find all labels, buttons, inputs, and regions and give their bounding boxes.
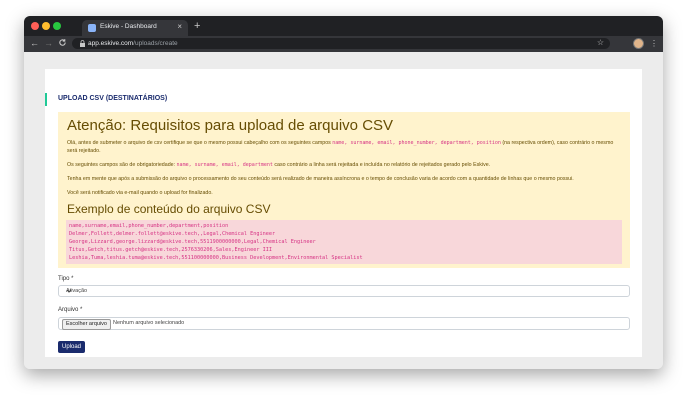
csv-example-line: Titus,Getch,titus.getch@eskive.tech,2576… <box>69 247 273 253</box>
alert-paragraph-notification: Você será notificado via e-mail quando o… <box>67 190 213 196</box>
alert-heading: Atenção: Requisitos para upload de arqui… <box>67 117 394 134</box>
new-tab-button[interactable]: + <box>194 20 200 32</box>
csv-example-line: name,surname,email,phone_number,departme… <box>69 223 229 229</box>
lock-icon <box>80 40 85 49</box>
content-card: UPLOAD CSV (DESTINATÁRIOS) Atenção: Requ… <box>45 69 642 357</box>
favicon-icon <box>88 24 96 32</box>
browser-window: Eskive - Dashboard × + ← → app.eskive.co… <box>24 16 663 369</box>
tab-title: Eskive - Dashboard <box>100 23 157 30</box>
type-select[interactable]: Ativação <box>58 285 630 297</box>
profile-avatar[interactable] <box>633 38 644 49</box>
file-status-text: Nenhum arquivo selecionado <box>113 320 185 326</box>
maximize-window-icon[interactable] <box>53 22 61 30</box>
csv-example-block: name,surname,email,phone_number,departme… <box>66 220 622 264</box>
alert-paragraph-required-fields: Os seguintes campos são de obrigatorieda… <box>67 161 623 169</box>
file-label: Arquivo * <box>58 307 83 313</box>
p1-fields: name, surname, email, phone_number, depa… <box>332 140 501 146</box>
page-viewport: UPLOAD CSV (DESTINATÁRIOS) Atenção: Requ… <box>24 52 663 369</box>
url-text: app.eskive.com/uploads/create <box>88 40 178 47</box>
browser-tab[interactable]: Eskive - Dashboard × <box>82 20 188 36</box>
forward-icon[interactable]: → <box>44 38 53 49</box>
bookmark-star-icon[interactable]: ☆ <box>597 38 604 47</box>
p2-fields: name, surname, email, department <box>176 162 273 168</box>
back-icon[interactable]: ← <box>30 38 39 49</box>
minimize-window-icon[interactable] <box>42 22 50 30</box>
section-title: UPLOAD CSV (DESTINATÁRIOS) <box>58 95 168 102</box>
url-path: /uploads/create <box>133 39 178 47</box>
example-heading: Exemplo de conteúdo do arquivo CSV <box>67 202 271 216</box>
choose-file-button[interactable]: Escolher arquivo <box>62 319 111 330</box>
alert-paragraph-header-fields: Olá, antes de submeter o arquivo de csv … <box>67 139 623 155</box>
address-bar[interactable]: app.eskive.com/uploads/create ☆ <box>72 38 610 49</box>
close-window-icon[interactable] <box>31 22 39 30</box>
url-host: app.eskive.com <box>88 39 134 47</box>
upload-button[interactable]: Upload <box>58 341 85 353</box>
browser-menu-icon[interactable]: ⋮ <box>650 38 658 49</box>
alert-paragraph-processing: Tenha em mente que após a submissão do a… <box>67 176 574 182</box>
title-bar: Eskive - Dashboard × + <box>24 16 663 36</box>
requirements-alert: Atenção: Requisitos para upload de arqui… <box>58 112 630 268</box>
csv-example-line: Leshia,Tuma,leshia.tuma@eskive.tech,5511… <box>69 255 363 261</box>
close-tab-icon[interactable]: × <box>177 22 182 31</box>
p2-before: Os seguintes campos são de obrigatorieda… <box>67 162 177 168</box>
csv-example-line: George,Lizzard,george.lizzard@eskive.tec… <box>69 239 316 245</box>
p1-before: Olá, antes de submeter o arquivo de csv … <box>67 140 333 146</box>
csv-example-line: Delmer,Follett,delmer.follett@eskive.tec… <box>69 231 276 237</box>
file-input[interactable]: Escolher arquivo Nenhum arquivo selecion… <box>58 317 630 330</box>
type-label: Tipo * <box>58 276 74 282</box>
p2-after: caso contrário a linha será rejeitada e … <box>272 162 491 168</box>
section-header: UPLOAD CSV (DESTINATÁRIOS) <box>45 93 167 106</box>
chevron-down-icon <box>66 288 624 296</box>
browser-toolbar: ← → app.eskive.com/uploads/create ☆ ⋮ <box>24 36 663 52</box>
reload-icon[interactable] <box>58 38 67 50</box>
